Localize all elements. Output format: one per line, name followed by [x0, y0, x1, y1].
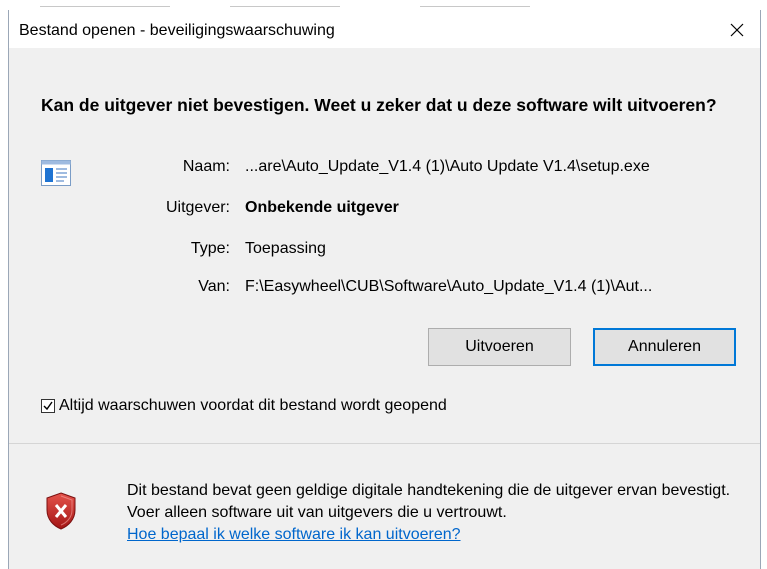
detail-row-from: Van: F:\Easywheel\CUB\Software\Auto_Upda… [9, 278, 760, 302]
background-fragment [420, 0, 530, 7]
footer-text: Dit bestand bevat geen geldige digitale … [127, 482, 731, 521]
detail-value: ...are\Auto_Update_V1.4 (1)\Auto Update … [245, 158, 650, 175]
checkmark-icon [43, 401, 53, 411]
run-button[interactable]: Uitvoeren [428, 328, 571, 366]
help-link[interactable]: Hoe bepaal ik welke software ik kan uitv… [127, 524, 747, 546]
security-warning-dialog: Bestand openen - beveiligingswaarschuwin… [8, 10, 761, 569]
detail-row-name: Naam: ...are\Auto_Update_V1.4 (1)\Auto U… [9, 158, 760, 182]
warning-question: Kan de uitgever niet bevestigen. Weet u … [41, 95, 717, 115]
detail-row-type: Type: Toepassing [9, 240, 760, 264]
shield-error-icon [46, 492, 76, 530]
signature-warning-footer: Dit bestand bevat geen geldige digitale … [9, 444, 760, 569]
title-bar: Bestand openen - beveiligingswaarschuwin… [9, 10, 760, 48]
detail-label: Uitgever: [165, 199, 230, 216]
always-warn-checkbox[interactable] [41, 399, 55, 413]
background-fragment [230, 0, 340, 7]
cancel-button[interactable]: Annuleren [593, 328, 736, 366]
always-warn-label: Altijd waarschuwen voordat dit bestand w… [59, 397, 447, 414]
close-icon [730, 23, 744, 37]
close-button[interactable] [720, 16, 754, 44]
detail-label: Naam: [182, 158, 230, 175]
footer-message: Dit bestand bevat geen geldige digitale … [127, 480, 747, 546]
detail-value: Onbekende uitgever [245, 199, 399, 216]
background-fragment [40, 0, 170, 7]
dialog-title: Bestand openen - beveiligingswaarschuwin… [19, 22, 335, 39]
detail-label: Type: [190, 240, 230, 257]
detail-row-publisher: Uitgever: Onbekende uitgever [9, 199, 760, 223]
detail-value: Toepassing [245, 240, 326, 257]
detail-label: Van: [198, 278, 230, 295]
detail-value: F:\Easywheel\CUB\Software\Auto_Update_V1… [245, 278, 653, 295]
always-warn-option[interactable]: Altijd waarschuwen voordat dit bestand w… [41, 396, 447, 416]
